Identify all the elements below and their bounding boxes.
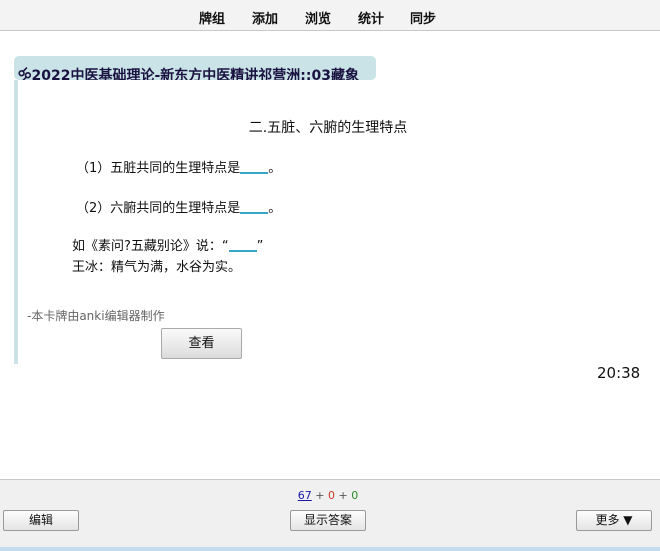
- learn-count: 0: [328, 489, 335, 502]
- menu-decks[interactable]: 牌组: [199, 8, 225, 27]
- check-button[interactable]: 查看: [161, 328, 242, 359]
- edit-button[interactable]: 编辑: [3, 510, 79, 531]
- quote-line-1: 如《素问?五藏别论》说：“ ”: [72, 235, 263, 254]
- question-1-end: 。: [268, 161, 282, 176]
- more-button[interactable]: 更多 ▼: [576, 510, 652, 531]
- quote-open: 如《素问?五藏别论》说：“: [72, 239, 229, 254]
- new-count: 67: [297, 489, 312, 502]
- count-separator: +: [338, 489, 348, 502]
- due-counts: 67 + 0 + 0: [0, 489, 656, 502]
- menu-sync[interactable]: 同步: [410, 8, 436, 27]
- bottom-bar-edge: [0, 547, 660, 551]
- review-timer: 20:38: [597, 364, 641, 382]
- question-1-text: （1）五脏共同的生理特点是: [76, 161, 241, 176]
- cloze-blank-2: [240, 201, 269, 214]
- show-answer-button[interactable]: 显示答案: [290, 510, 366, 531]
- menu-browse[interactable]: 浏览: [305, 8, 331, 27]
- review-count: 0: [351, 489, 359, 502]
- question-line-1: （1）五脏共同的生理特点是 。: [76, 157, 281, 176]
- cloze-blank-3: [228, 239, 257, 252]
- menu-add[interactable]: 添加: [252, 8, 278, 27]
- count-separator: +: [315, 489, 325, 502]
- question-line-2: （2）六腑共同的生理特点是 。: [76, 197, 281, 216]
- anki-review-window: 牌组 添加 浏览 统计 同步 🝰2022中医基础理论-新东方中医精讲祁营洲::0…: [0, 0, 660, 551]
- card-credit: -本卡牌由anki编辑器制作: [27, 309, 165, 323]
- section-title: 二.五脏、六腑的生理特点: [248, 120, 408, 136]
- quote-close: ”: [256, 239, 264, 254]
- top-menu-bar: 牌组 添加 浏览 统计 同步: [0, 0, 660, 31]
- deck-title: 🝰2022中医基础理论-新东方中医精讲祁营洲::03藏象: [14, 56, 376, 80]
- question-2-text: （2）六腑共同的生理特点是: [76, 201, 241, 216]
- menu-stats[interactable]: 统计: [358, 8, 384, 27]
- question-2-end: 。: [268, 201, 282, 216]
- quote-line-2: 王冰：精气为满，水谷为实。: [72, 260, 242, 275]
- cloze-blank-1: [240, 161, 269, 174]
